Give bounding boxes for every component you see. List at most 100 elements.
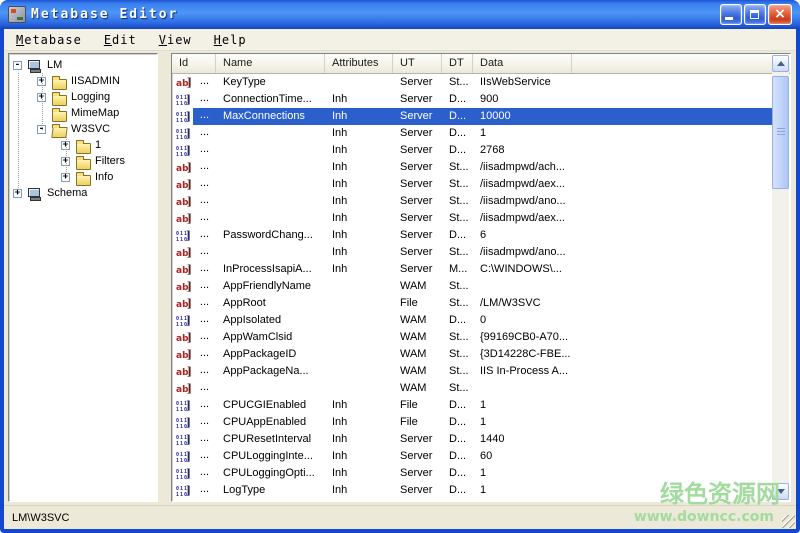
column-header-filler xyxy=(572,54,790,73)
attributes-cell: Inh xyxy=(325,108,393,125)
data-cell: /iisadmpwd/ano... xyxy=(473,244,572,261)
table-row[interactable]: ab ... AppPackageNa... WAM St... IIS In-… xyxy=(172,363,773,380)
id-value: ... xyxy=(193,210,216,227)
tree-guide-line xyxy=(66,137,67,178)
filler-cell xyxy=(572,210,773,227)
metabase-tree-panel[interactable]: - LM + IISADMIN + Logging MimeMap - W3SV… xyxy=(8,53,158,502)
close-button[interactable]: × xyxy=(768,4,792,25)
table-row[interactable]: 011110 ... Inh Server D... 1 xyxy=(172,125,773,142)
filler-cell xyxy=(572,193,773,210)
resize-grip[interactable] xyxy=(782,515,795,528)
column-header-data[interactable]: Data xyxy=(473,54,572,73)
tree-item-1[interactable]: + 1 xyxy=(9,137,157,153)
table-row[interactable]: 011110 ... CPULoggingOpti... Inh Server … xyxy=(172,465,773,482)
tree-item-mimemap[interactable]: MimeMap xyxy=(9,105,157,121)
maximize-button[interactable] xyxy=(744,4,766,25)
table-row[interactable]: 011110 ... Inh Server D... 2768 xyxy=(172,142,773,159)
table-row[interactable]: ab ... Inh Server St... /iisadmpwd/ach..… xyxy=(172,159,773,176)
close-icon: × xyxy=(769,5,791,24)
table-row[interactable]: 011110 ... CPUCGIEnabled Inh File D... 1 xyxy=(172,397,773,414)
menu-item-view[interactable]: View xyxy=(155,31,196,49)
data-cell: 1 xyxy=(473,414,572,431)
id-cell: ab ... xyxy=(172,329,216,346)
computer-icon xyxy=(27,187,43,200)
name-cell xyxy=(216,244,325,261)
table-row[interactable]: ab ... Inh Server St... /iisadmpwd/ano..… xyxy=(172,193,773,210)
folder-icon xyxy=(75,139,91,152)
table-row[interactable]: ab ... Inh Server St... /iisadmpwd/ano..… xyxy=(172,244,773,261)
tree-item-lm[interactable]: - LM xyxy=(9,57,157,73)
minimize-button[interactable] xyxy=(720,4,742,25)
column-header-name[interactable]: Name xyxy=(216,54,325,73)
ut-cell: File xyxy=(393,397,442,414)
tree-item-schema[interactable]: + Schema xyxy=(9,185,157,201)
column-header-id[interactable]: Id xyxy=(172,54,216,73)
title-bar[interactable]: Metabase Editor × xyxy=(0,0,800,29)
data-cell: 0 xyxy=(473,312,572,329)
table-row[interactable]: ab ... AppWamClsid WAM St... {99169CB0-A… xyxy=(172,329,773,346)
column-header-dt[interactable]: DT xyxy=(442,54,473,73)
tree-item-logging[interactable]: + Logging xyxy=(9,89,157,105)
table-row[interactable]: ab ... WAM St... xyxy=(172,380,773,397)
data-cell xyxy=(473,380,572,397)
table-row[interactable]: ab ... Inh Server St... /iisadmpwd/aex..… xyxy=(172,210,773,227)
id-cell: 011110 ... xyxy=(172,108,216,125)
binary-dword-icon: 011110 xyxy=(176,144,193,158)
id-value: ... xyxy=(193,125,216,142)
table-row[interactable]: 011110 ... PasswordChang... Inh Server D… xyxy=(172,227,773,244)
table-row[interactable]: 011110 ... CPUAppEnabled Inh File D... 1 xyxy=(172,414,773,431)
table-row[interactable]: ab ... InProcessIsapiA... Inh Server M..… xyxy=(172,261,773,278)
table-row[interactable]: ab ... KeyType Server St... IIsWebServic… xyxy=(172,74,773,91)
ab-string-icon: ab xyxy=(176,212,193,226)
ut-cell: Server xyxy=(393,482,442,499)
filler-cell xyxy=(572,448,773,465)
filler-cell xyxy=(572,108,773,125)
filler-cell xyxy=(572,74,773,91)
ab-string-icon: ab xyxy=(176,263,193,277)
table-row[interactable]: ab ... AppFriendlyName WAM St... xyxy=(172,278,773,295)
tree-item-w3svc[interactable]: - W3SVC xyxy=(9,121,157,137)
tree-item-info[interactable]: + Info xyxy=(9,169,157,185)
tree-item-filters[interactable]: + Filters xyxy=(9,153,157,169)
data-cell: 6 xyxy=(473,227,572,244)
table-row[interactable]: 011110 ... MaxConnections Inh Server D..… xyxy=(172,108,773,125)
id-cell: ab ... xyxy=(172,363,216,380)
dt-cell: St... xyxy=(442,329,473,346)
id-value: ... xyxy=(193,380,216,397)
column-header-attributes[interactable]: Attributes xyxy=(325,54,393,73)
table-row[interactable]: ab ... Inh Server St... /iisadmpwd/aex..… xyxy=(172,176,773,193)
attributes-cell xyxy=(325,380,393,397)
menu-item-help[interactable]: Help xyxy=(210,31,251,49)
id-cell: 011110 ... xyxy=(172,414,216,431)
menu-item-edit[interactable]: Edit xyxy=(100,31,141,49)
column-header-ut[interactable]: UT xyxy=(393,54,442,73)
table-row[interactable]: 011110 ... ConnectionTime... Inh Server … xyxy=(172,91,773,108)
scroll-up-button[interactable] xyxy=(772,55,789,72)
ut-cell: File xyxy=(393,414,442,431)
tree-item-iisadmin[interactable]: + IISADMIN xyxy=(9,73,157,89)
ut-cell: Server xyxy=(393,74,442,91)
vertical-scrollbar[interactable] xyxy=(772,55,789,500)
ut-cell: WAM xyxy=(393,346,442,363)
scrollbar-thumb[interactable] xyxy=(772,76,789,189)
attributes-cell: Inh xyxy=(325,142,393,159)
collapse-icon[interactable]: - xyxy=(13,61,22,70)
table-row[interactable]: ab ... AppPackageID WAM St... {3D14228C-… xyxy=(172,346,773,363)
table-row[interactable]: 011110 ... xyxy=(172,499,773,502)
table-row[interactable]: 011110 ... AppIsolated WAM D... 0 xyxy=(172,312,773,329)
table-row[interactable]: 011110 ... CPULoggingInte... Inh Server … xyxy=(172,448,773,465)
tree-guide-line xyxy=(42,73,43,130)
attributes-cell: Inh xyxy=(325,261,393,278)
tree-item-label: Filters xyxy=(95,155,125,167)
binary-dword-icon: 011110 xyxy=(176,450,193,464)
computer-icon xyxy=(27,59,43,72)
table-row[interactable]: ab ... AppRoot File St... /LM/W3SVC xyxy=(172,295,773,312)
id-cell: ab ... xyxy=(172,74,216,91)
attributes-cell: Inh xyxy=(325,176,393,193)
scroll-down-button[interactable] xyxy=(772,483,789,500)
table-row[interactable]: 011110 ... CPUResetInterval Inh Server D… xyxy=(172,431,773,448)
filler-cell xyxy=(572,176,773,193)
name-cell xyxy=(216,499,325,502)
menu-item-metabase[interactable]: Metabase xyxy=(12,31,86,49)
table-row[interactable]: 011110 ... LogType Inh Server D... 1 xyxy=(172,482,773,499)
